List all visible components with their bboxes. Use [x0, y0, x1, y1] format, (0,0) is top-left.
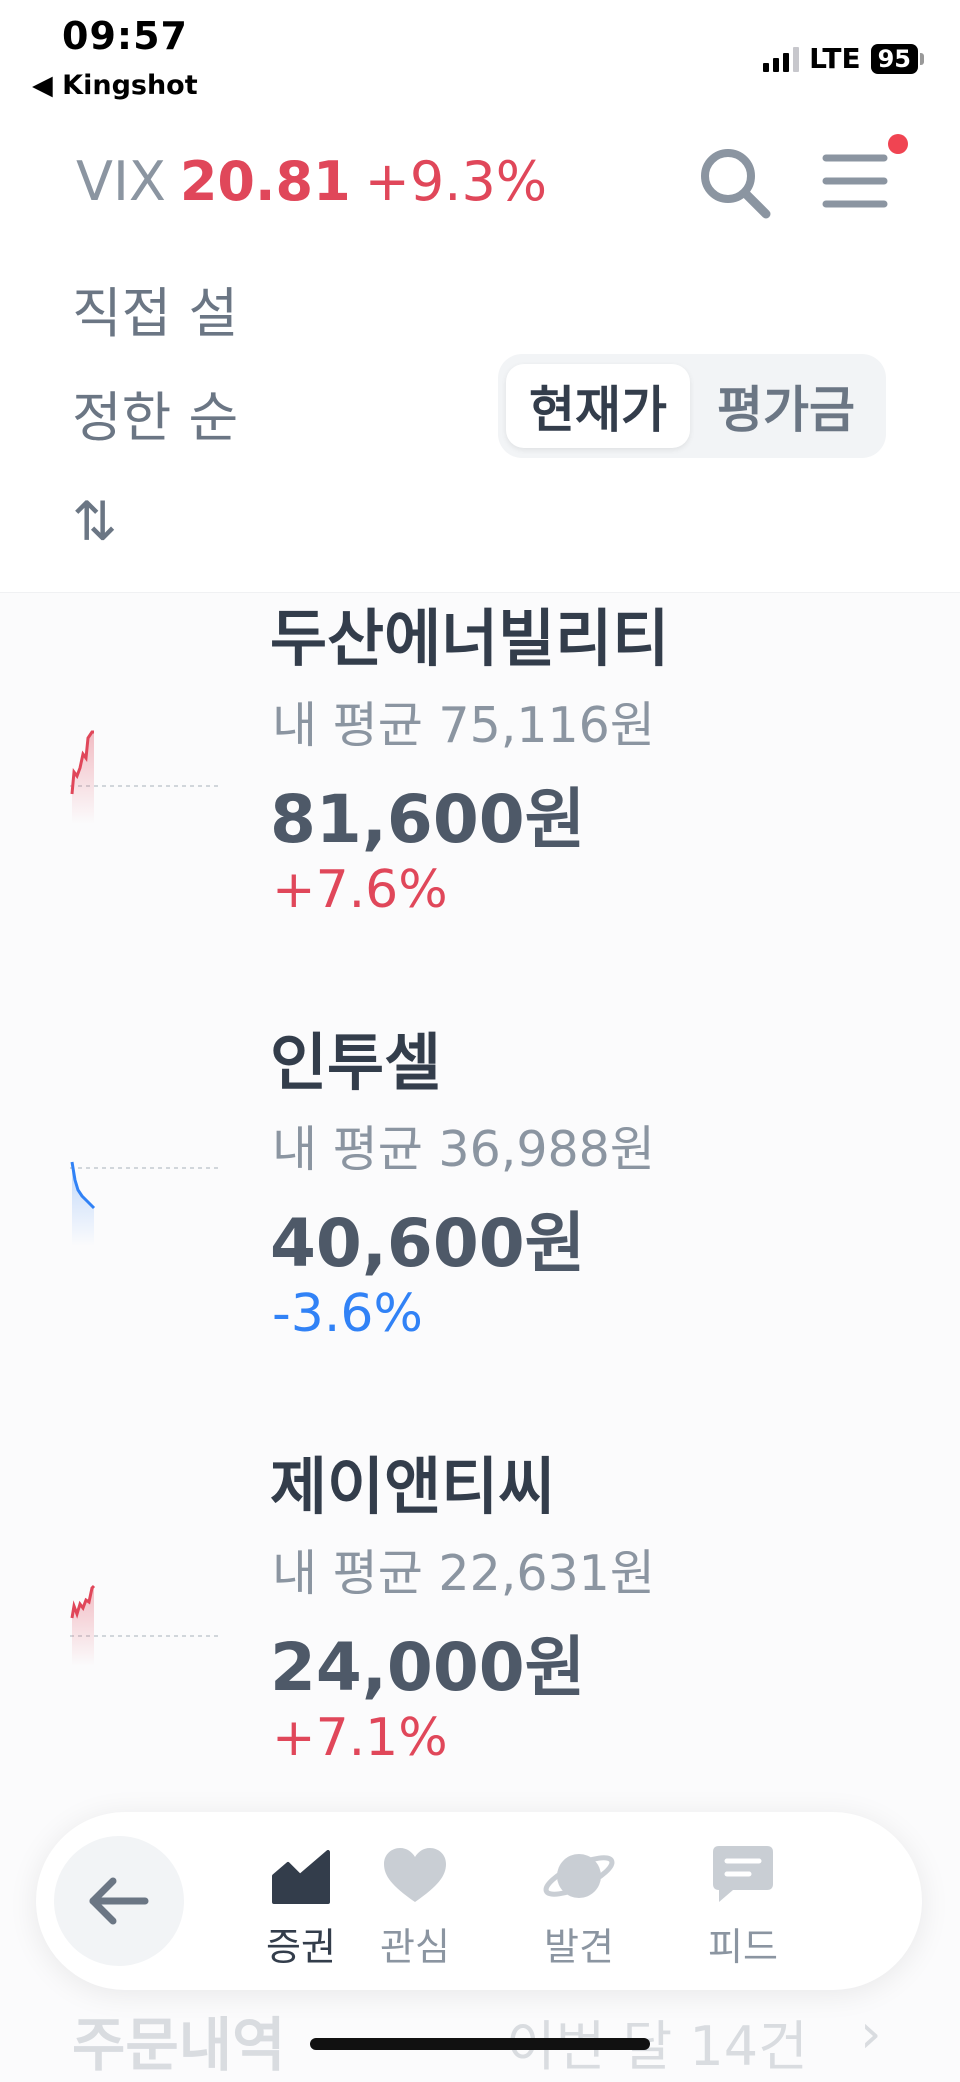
tab-label: 발견: [544, 1925, 614, 1969]
sparkline-chart: [70, 730, 222, 824]
tab-interest[interactable]: 관심: [350, 1840, 480, 1971]
tab-label: 관심: [380, 1925, 450, 1969]
stock-item[interactable]: 인투셀 내 평균 36,988원 40,600원 -3.6%: [0, 1012, 960, 1432]
chat-icon: [713, 1846, 773, 1902]
stock-current-price: 40,600원: [270, 1205, 586, 1282]
stock-current-price: 81,600원: [270, 781, 586, 858]
stock-average-price: 내 평균 75,116원: [272, 697, 655, 754]
order-history-title[interactable]: 주문내역: [72, 1998, 285, 2082]
vix-label: VIX: [76, 150, 166, 213]
stock-change-rate: -3.6%: [272, 1284, 423, 1344]
price-view-toggle: 현재가 평가금: [498, 354, 886, 458]
network-label: LTE: [809, 42, 861, 75]
battery-cap: [920, 52, 924, 65]
chevron-right-icon: ›: [860, 2002, 882, 2065]
back-button[interactable]: [54, 1836, 184, 1966]
stock-current-price: 24,000원: [270, 1629, 586, 1706]
tab-discover[interactable]: 발견: [514, 1840, 644, 1971]
vix-ticker[interactable]: VIX 20.81 +9.3%: [76, 150, 547, 213]
search-icon[interactable]: [696, 144, 772, 220]
sparkline-chart: [70, 1161, 222, 1246]
stock-item[interactable]: 두산에너빌리티 내 평균 75,116원 81,600원 +7.6%: [0, 588, 960, 1008]
notification-dot: [888, 134, 908, 154]
tab-securities[interactable]: 증권: [236, 1840, 366, 1971]
stock-average-price: 내 평균 22,631원: [272, 1545, 655, 1602]
status-time: 09:57: [62, 14, 188, 58]
segment-valuation[interactable]: 평가금: [694, 364, 878, 448]
signal-icon: [763, 46, 800, 72]
vix-change: +9.3%: [364, 150, 548, 213]
bottom-tab-bar: 증권 관심 발견 피드: [36, 1812, 922, 1990]
heart-icon: [384, 1848, 446, 1902]
home-indicator: [310, 2038, 650, 2050]
back-to-app-link[interactable]: ◀ Kingshot: [32, 70, 198, 101]
stock-name: 두산에너빌리티: [270, 602, 670, 675]
chart-icon: [272, 1850, 330, 1904]
tab-label: 피드: [708, 1925, 778, 1969]
stock-average-price: 내 평균 36,988원: [272, 1121, 655, 1178]
arrow-left-icon: [89, 1877, 149, 1925]
stock-name: 인투셀: [270, 1026, 442, 1099]
stock-name: 제이앤티씨: [270, 1450, 556, 1523]
stock-change-rate: +7.1%: [272, 1708, 448, 1768]
status-indicators: LTE 95: [763, 42, 924, 75]
tab-label: 증권: [266, 1925, 336, 1969]
sort-order-button[interactable]: 직접 설정한 순 ⇅: [72, 262, 272, 574]
sparkline-chart: [70, 1584, 222, 1666]
stock-change-rate: +7.6%: [272, 860, 448, 920]
stock-item[interactable]: 제이앤티씨 내 평균 22,631원 24,000원 +7.1%: [0, 1436, 960, 1856]
vix-value: 20.81: [179, 150, 351, 213]
planet-icon: [543, 1854, 615, 1898]
menu-icon[interactable]: [820, 148, 890, 214]
battery-icon: 95: [870, 43, 918, 74]
segment-current-price[interactable]: 현재가: [506, 364, 690, 448]
tab-feed[interactable]: 피드: [678, 1840, 808, 1971]
